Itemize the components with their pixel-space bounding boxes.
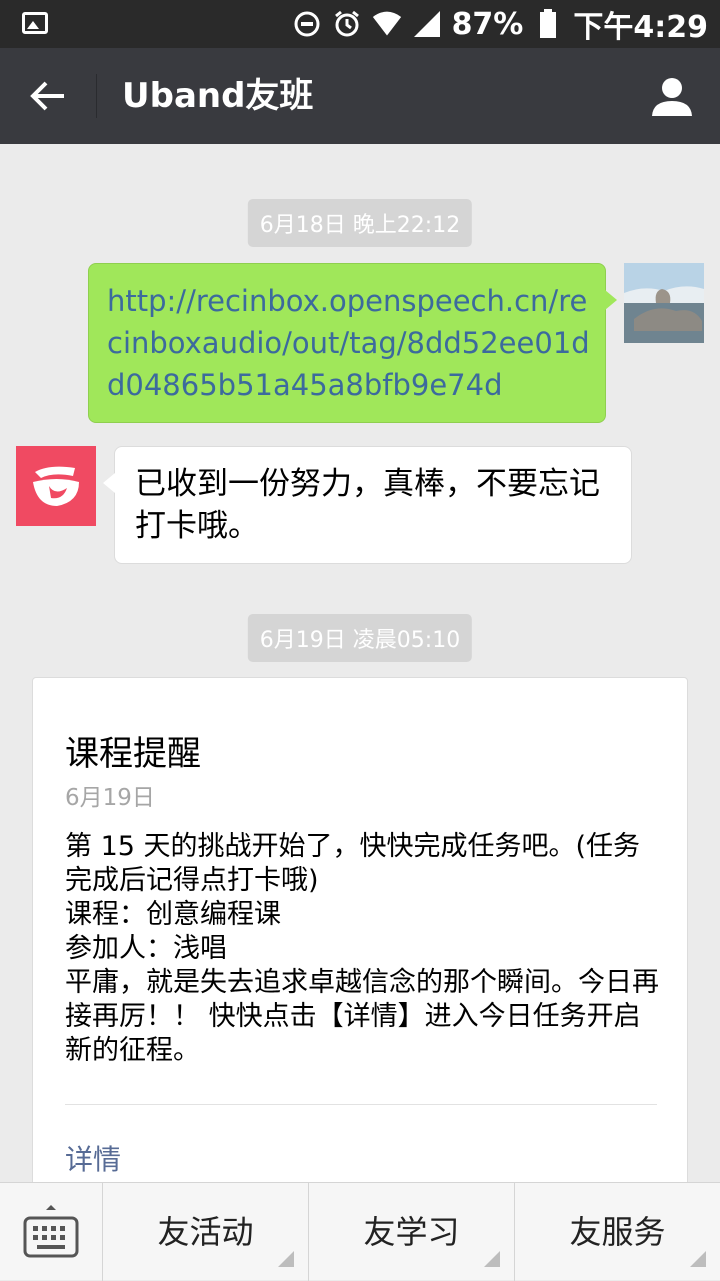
dnd-icon — [292, 9, 322, 39]
avatar[interactable] — [16, 446, 96, 526]
card-body-line: 参加人：浅唱 — [65, 933, 227, 964]
status-bar: 87% 下午4:29 — [0, 0, 720, 48]
image-icon — [22, 12, 48, 34]
battery-percent: 87% — [451, 6, 524, 42]
avatar[interactable] — [624, 263, 704, 343]
timestamp: 6月19日 凌晨05:10 — [247, 614, 473, 662]
timestamp: 6月18日 晚上22:12 — [247, 199, 473, 247]
menu-item-label: 友学习 — [363, 1213, 460, 1251]
status-time: 下午4:29 — [573, 10, 708, 45]
card-body-line: 平庸，就是失去追求卓越信念的那个瞬间。今日再接再厉！！ 快快点击【详情】进入今日… — [65, 967, 659, 1066]
arrow-left-icon — [30, 81, 64, 111]
card-body: 第 15 天的挑战开始了，快快完成任务吧。(任务完成后记得点打卡哦) 课程：创意… — [65, 830, 665, 1068]
card-body-line: 课程：创意编程课 — [65, 899, 281, 930]
profile-button[interactable] — [648, 72, 696, 120]
submenu-indicator-icon — [484, 1251, 500, 1267]
reply-message-bubble[interactable]: 已收到一份努力，真棒，不要忘记打卡哦。 — [103, 446, 632, 564]
menu-item-label: 友服务 — [569, 1213, 666, 1251]
course-reminder-card[interactable]: 课程提醒 6月19日 第 15 天的挑战开始了，快快完成任务吧。(任务完成后记得… — [32, 677, 688, 1217]
bottom-menu: 友活动 友学习 友服务 — [0, 1182, 720, 1281]
title-bar: Uband友班 — [0, 48, 720, 144]
uband-logo-icon — [33, 466, 79, 506]
signal-icon — [412, 9, 442, 39]
battery-icon — [533, 9, 563, 39]
menu-item-services[interactable]: 友服务 — [514, 1183, 720, 1281]
alarm-icon — [332, 9, 362, 39]
submenu-indicator-icon — [690, 1251, 706, 1267]
title-divider — [96, 74, 97, 118]
back-button[interactable] — [22, 72, 74, 120]
menu-item-activities[interactable]: 友活动 — [102, 1183, 308, 1281]
person-icon — [652, 78, 692, 116]
card-body-line: 第 15 天的挑战开始了，快快完成任务吧。(任务完成后记得点打卡哦) — [65, 831, 641, 896]
card-divider — [65, 1104, 657, 1105]
keyboard-toggle-button[interactable] — [0, 1183, 102, 1281]
menu-item-label: 友活动 — [157, 1213, 254, 1251]
card-date: 6月19日 — [65, 785, 155, 811]
details-link[interactable]: 详情 — [65, 1138, 121, 1178]
submenu-indicator-icon — [278, 1251, 294, 1267]
menu-item-learning[interactable]: 友学习 — [308, 1183, 514, 1281]
keyboard-icon — [23, 1205, 79, 1258]
sent-message-bubble[interactable]: http://recinbox.openspeech.cn/recinboxau… — [88, 263, 617, 423]
card-title: 课程提醒 — [65, 734, 201, 774]
wifi-icon — [372, 9, 402, 39]
page-title: Uband友班 — [122, 76, 314, 116]
